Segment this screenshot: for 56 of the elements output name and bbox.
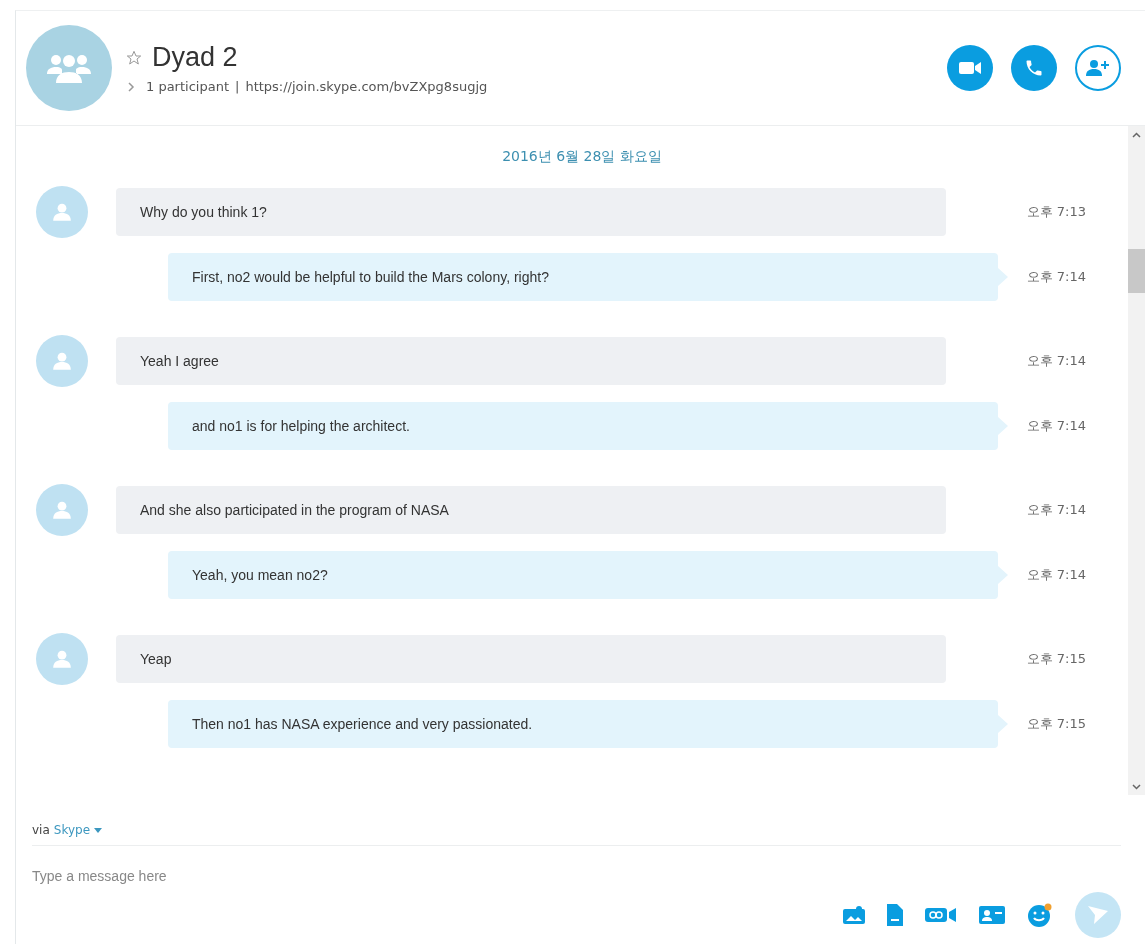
emoticon-button[interactable]: [1027, 903, 1053, 927]
video-call-button[interactable]: [947, 45, 993, 91]
separator: |: [235, 79, 240, 94]
file-button[interactable]: [887, 904, 903, 926]
person-icon: [51, 350, 73, 372]
contact-card-button[interactable]: [979, 906, 1005, 924]
scroll-thumb[interactable]: [1128, 249, 1145, 293]
video-camera-icon: [959, 61, 981, 75]
smiley-icon: [1027, 903, 1053, 927]
message-bubble: Yeah I agree: [116, 337, 946, 385]
add-participant-button[interactable]: [1075, 45, 1121, 91]
chat-title: Dyad 2: [152, 42, 238, 73]
message-bubble: First, no2 would be helpful to build the Mars colony, right?: [168, 253, 998, 301]
person-icon: [51, 648, 73, 670]
message-time: 오후 7:15: [1026, 715, 1086, 733]
message-bubble: Why do you think 1?: [116, 188, 946, 236]
message-time: 오후 7:14: [1026, 566, 1086, 584]
call-button[interactable]: [1011, 45, 1057, 91]
scrollbar[interactable]: [1128, 126, 1145, 795]
message-time: 오후 7:14: [1026, 501, 1086, 519]
video-message-button[interactable]: [925, 907, 957, 923]
message-bubble: Then no1 has NASA experience and very passionated.: [168, 700, 998, 748]
bubble-tail: [998, 268, 1008, 286]
video-message-icon: [925, 907, 957, 923]
bubble-tail: [998, 715, 1008, 733]
message-time: 오후 7:15: [1026, 650, 1086, 668]
message-bubble: Yeah, you mean no2?: [168, 551, 998, 599]
message-time: 오후 7:14: [1026, 268, 1086, 286]
file-icon: [887, 904, 903, 926]
date-divider: 2016년 6월 28일 화요일: [502, 148, 662, 166]
scroll-up-icon[interactable]: [1132, 131, 1141, 138]
message-bubble: Yeap: [116, 635, 946, 683]
image-button[interactable]: [843, 906, 865, 924]
message-bubble: and no1 is for helping the architect.: [168, 402, 998, 450]
via-label: via: [32, 823, 50, 837]
bubble-tail: [998, 566, 1008, 584]
image-icon: [843, 906, 865, 924]
chevron-icon[interactable]: [126, 81, 136, 92]
add-person-icon: [1086, 59, 1110, 77]
bubble-tail: [998, 417, 1008, 435]
message-bubble: And she also participated in the program of NASA: [116, 486, 946, 534]
scroll-down-icon[interactable]: [1132, 783, 1141, 790]
contact-card-icon: [979, 906, 1005, 924]
message-input[interactable]: Type a message here: [32, 868, 632, 884]
join-link[interactable]: https://join.skype.com/bvZXpg8sugjg: [245, 79, 488, 94]
participant-count: 1 participant: [146, 79, 229, 94]
message-time: 오후 7:14: [1026, 417, 1086, 435]
group-icon: [46, 52, 92, 84]
message-time: 오후 7:14: [1026, 352, 1086, 370]
phone-icon: [1024, 58, 1044, 78]
send-icon: [1088, 906, 1108, 924]
person-icon: [51, 201, 73, 223]
person-icon: [51, 499, 73, 521]
star-icon[interactable]: [126, 49, 142, 66]
caret-icon: [94, 827, 103, 833]
message-time: 오후 7:13: [1026, 203, 1086, 221]
